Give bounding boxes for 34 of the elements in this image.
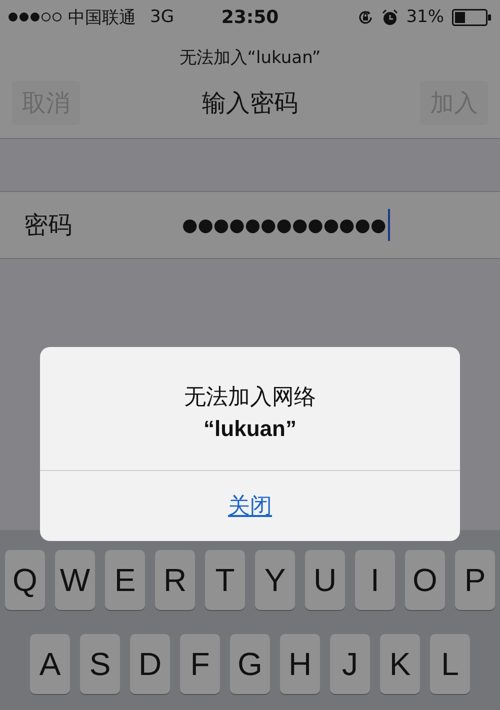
keyboard-key[interactable]: R [155,550,195,610]
password-field[interactable]: ●●●●●●●●●●●●● [182,209,390,241]
keyboard-key[interactable]: H [280,634,320,694]
clock-time: 23:50 [221,6,279,28]
keyboard-key[interactable]: F [180,634,220,694]
alert-title: 无法加入网络 [184,384,316,412]
signal-icon [8,12,62,22]
close-button[interactable]: 关闭 [40,471,460,541]
keyboard-key[interactable]: W [55,550,95,610]
keyboard-key[interactable]: E [105,550,145,610]
carrier-name: 中国联通 [68,6,136,28]
keyboard-key[interactable]: A [30,634,70,694]
keyboard-key[interactable]: Q [5,550,45,610]
keyboard-key[interactable]: U [305,550,345,610]
page-title: 输入密码 [202,88,298,119]
battery-percentage: 31% [406,7,444,27]
password-label: 密码 [24,210,73,241]
network-type: 3G [150,7,174,27]
battery-icon [452,8,492,26]
alarm-clock-icon [382,8,398,26]
keyboard-key[interactable]: Y [255,550,295,610]
keyboard-key[interactable]: L [430,634,470,694]
rotation-lock-icon [357,8,374,26]
keyboard-key[interactable]: T [205,550,245,610]
keyboard-key[interactable]: D [130,634,170,694]
keyboard-key[interactable]: O [405,550,445,610]
keyboard-key[interactable]: P [455,550,495,610]
keyboard-key[interactable]: G [230,634,270,694]
keyboard-key[interactable]: I [355,550,395,610]
keyboard-key[interactable]: K [380,634,420,694]
network-name: “lukuan” [204,416,296,442]
keyboard-key[interactable]: S [80,634,120,694]
keyboard-key[interactable]: J [330,634,370,694]
join-error-subtitle: 无法加入“lukuan” [0,34,500,77]
